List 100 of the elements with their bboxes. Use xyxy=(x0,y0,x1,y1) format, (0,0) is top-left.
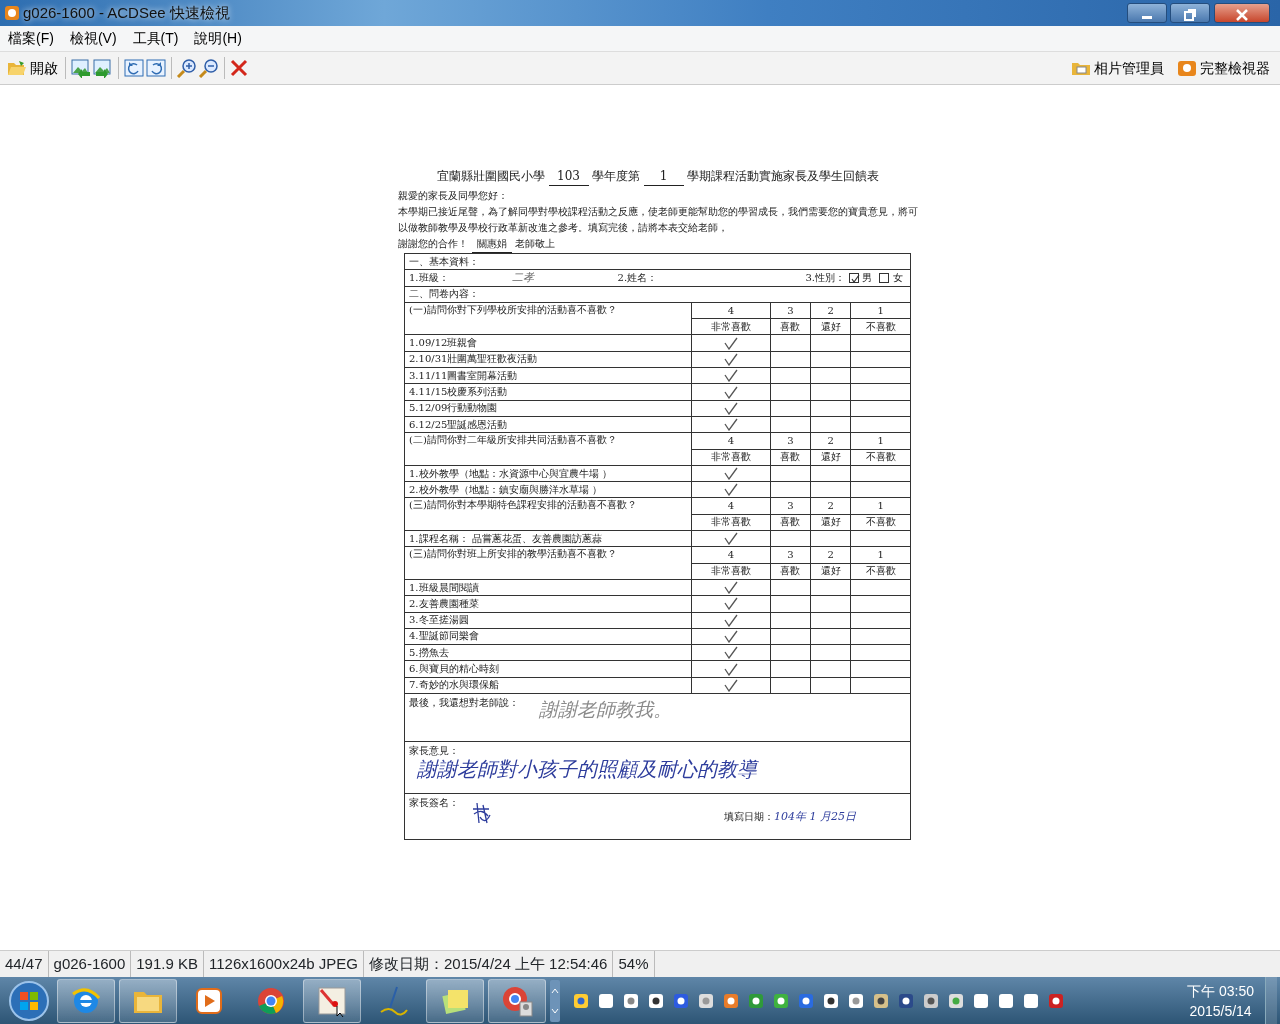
greeting-text: 親愛的家長及同學您好： xyxy=(398,189,509,203)
zoom-out-icon[interactable] xyxy=(197,58,220,78)
clock-date: 2015/5/14 xyxy=(1188,1001,1253,1021)
scale-label: 喜歡 xyxy=(780,516,801,528)
taskbar-button[interactable] xyxy=(426,978,484,1023)
item-label: 1.班級晨間閱讀 xyxy=(409,581,479,593)
scale-score: 2 xyxy=(827,500,834,512)
previous-image-icon[interactable] xyxy=(69,58,92,78)
menu-item[interactable]: 檢視(V) xyxy=(61,28,125,49)
scale-label: 非常喜歡 xyxy=(710,320,751,332)
handwritten-date: 104年 1 月25日 xyxy=(774,811,856,823)
option-label: 女 xyxy=(892,271,903,284)
filled-blank-text: 關惠娟 xyxy=(471,236,512,253)
scale-label: 還好 xyxy=(820,565,841,577)
scale-label: 非常喜歡 xyxy=(710,565,751,577)
tray-icon[interactable] xyxy=(646,991,665,1010)
menu-item[interactable]: 工具(T) xyxy=(124,28,187,49)
tray-icon[interactable] xyxy=(621,991,640,1010)
item-label: 2.校外教學（地點：鎮安廟與勝洋水草場 ） xyxy=(409,483,602,495)
scale-score: 3 xyxy=(787,500,794,512)
item-label: 2.10/31壯圍萬聖狂歡夜活動 xyxy=(409,353,538,365)
rotate-right-icon[interactable] xyxy=(144,58,167,78)
item-label: 6.12/25聖誕感恩活動 xyxy=(409,418,508,430)
close-button[interactable] xyxy=(1213,3,1270,23)
field-label: 3.性別： xyxy=(805,271,845,284)
scale-score: 1 xyxy=(877,304,884,316)
rotate-left-icon[interactable] xyxy=(122,58,145,78)
zoom-in-icon[interactable] xyxy=(175,58,198,78)
item-label: 7.奇妙的水與環保船 xyxy=(409,679,499,691)
question-text: (三)請問你對班上所安排的教學活動喜不喜歡？ xyxy=(409,548,617,560)
item-label: 4.11/15校慶系列活動 xyxy=(409,386,508,397)
minimize-button[interactable] xyxy=(1126,3,1167,23)
app-icon xyxy=(3,5,20,21)
scale-score: 2 xyxy=(827,549,834,560)
clock[interactable]: 下午 03:50 2015/5/14 xyxy=(1180,980,1261,1021)
question-text: (三)請問你對本學期特色課程安排的活動喜不喜歡？ xyxy=(409,499,637,511)
item-label: 4.聖誕節同樂會 xyxy=(409,630,479,642)
scale-score: 1 xyxy=(877,549,884,560)
scale-label: 非常喜歡 xyxy=(710,451,751,463)
item-label: 3.冬至搓湯圓 xyxy=(409,614,469,626)
signature-label: 家長簽名： xyxy=(409,797,460,809)
field-label: 1.班級： xyxy=(409,271,449,284)
scale-label: 喜歡 xyxy=(780,565,801,577)
option-label: 男 xyxy=(862,271,872,284)
scale-label: 還好 xyxy=(820,320,841,332)
tray-icon[interactable] xyxy=(596,991,615,1010)
signature-drawing xyxy=(471,801,493,825)
scale-label: 不喜歡 xyxy=(865,516,896,528)
handwritten-comment: 謝謝老師教我。 xyxy=(539,697,673,721)
scale-score: 4 xyxy=(727,500,735,512)
scale-label: 不喜歡 xyxy=(865,451,896,463)
item-label: 5.12/09行動動物園 xyxy=(409,402,498,414)
toolbar-button[interactable]: 相片管理員 xyxy=(1068,57,1167,79)
taskbar-button[interactable] xyxy=(57,978,115,1023)
app-icon xyxy=(1177,59,1197,77)
scale-label: 非常喜歡 xyxy=(710,516,751,528)
taskbar-button[interactable] xyxy=(487,978,546,1023)
scale-label: 還好 xyxy=(820,451,841,463)
scale-score: 2 xyxy=(827,304,834,316)
folder-icon xyxy=(6,59,27,77)
scale-score: 4 xyxy=(727,549,735,560)
clock-time: 下午 03:50 xyxy=(1187,981,1254,1001)
restore-button[interactable] xyxy=(1170,3,1210,23)
closing-text: 老師敬上 xyxy=(515,238,555,249)
tray-icon[interactable] xyxy=(871,991,890,1010)
open-button[interactable]: 開啟 xyxy=(3,57,61,79)
scale-score: 1 xyxy=(877,500,884,512)
scale-label: 不喜歡 xyxy=(865,320,896,332)
scale-score: 3 xyxy=(787,434,794,446)
item-label: 6.與寶貝的精心時刻 xyxy=(409,663,499,675)
item-label: 5.撈魚去 xyxy=(409,646,449,658)
menu-item[interactable]: 說明(H) xyxy=(186,28,250,49)
date-label: 填寫日期： xyxy=(724,811,774,823)
scale-label: 不喜歡 xyxy=(865,565,896,577)
intro-paragraph: 本學期已接近尾聲，為了解同學對學校課程活動之反應，使老師更能幫助您的學習成長，我們需要您的寶貴意見，將可以做教師教學及學校行政革新改進之參考。填寫完後，請將本表交給老師， xyxy=(398,205,918,235)
close-icon xyxy=(1235,9,1248,22)
scale-score: 3 xyxy=(787,304,794,316)
item-label: 1.課程名稱： 品嘗蔥花蛋、友善農園訪蔥蒜 xyxy=(409,532,602,544)
taskbar-button[interactable] xyxy=(303,978,361,1023)
taskbar-button[interactable] xyxy=(118,978,177,1023)
show-desktop-button[interactable] xyxy=(1264,977,1277,1024)
scale-label: 還好 xyxy=(820,516,841,528)
filled-blank-text: 103 xyxy=(548,167,589,186)
comment-label: 最後，我還想對老師說： xyxy=(409,697,520,709)
tray-icon[interactable] xyxy=(796,991,815,1010)
section-heading: 二、問卷內容： xyxy=(409,288,479,300)
scale-score: 4 xyxy=(727,304,735,316)
tray-icon[interactable] xyxy=(1046,991,1065,1010)
scroll-arrows-icon[interactable] xyxy=(549,978,561,1023)
item-label: 1.09/12班親會 xyxy=(409,337,478,349)
scale-label: 喜歡 xyxy=(780,320,801,332)
toolbar-button[interactable]: 完整檢視器 xyxy=(1174,57,1273,79)
title-text: 學期課程活動實施家長及學生回饋表 xyxy=(687,169,879,183)
tray-icon[interactable] xyxy=(746,991,765,1010)
filled-blank-text: 1 xyxy=(643,167,684,186)
menu-item[interactable]: 檔案(F) xyxy=(0,28,62,49)
field-label: 2.姓名： xyxy=(616,271,658,284)
title-text: 宜蘭縣壯圍國民小學 xyxy=(437,169,545,183)
next-image-icon[interactable] xyxy=(91,58,114,78)
delete-icon[interactable] xyxy=(228,58,249,78)
